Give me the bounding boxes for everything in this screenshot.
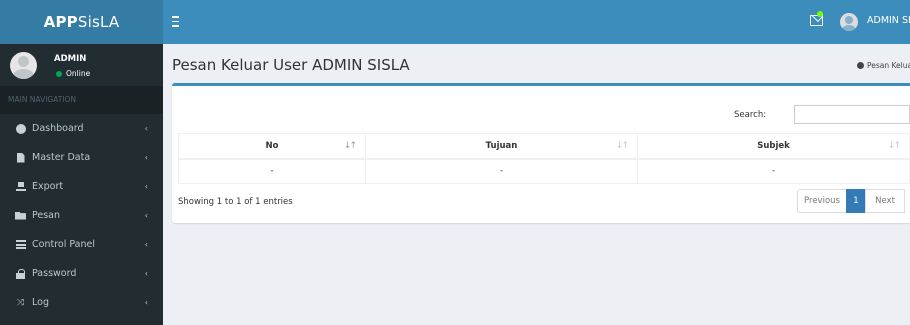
- sidebar-item-control-panel[interactable]: Control Panel ‹: [0, 230, 163, 259]
- dashboard-icon: [15, 123, 26, 134]
- user-panel: ADMIN Online: [0, 44, 163, 86]
- cell-subjek: -: [637, 158, 910, 184]
- sidebar-item-label: Export: [32, 181, 64, 192]
- sidebar-user-name: ADMIN: [54, 54, 87, 64]
- sidebar-item-label: Dashboard: [32, 123, 84, 134]
- table-info: Showing 1 to 1 of 1 entries: [178, 197, 293, 207]
- column-header-no[interactable]: No ↓↑: [178, 133, 366, 160]
- column-header-subjek[interactable]: Subjek ↓↑: [637, 133, 910, 160]
- breadcrumb-label: Pesan Kelua: [867, 61, 910, 70]
- export-icon: [15, 182, 26, 192]
- sidebar-item-dashboard[interactable]: Dashboard ‹: [0, 114, 163, 143]
- sort-icon: ↓↑: [887, 141, 901, 151]
- sidebar-avatar: [10, 52, 37, 79]
- messages-table: No ↓↑ Tujuan ↓↑ Subjek ↓↑ - - -: [178, 133, 910, 184]
- column-header-tujuan[interactable]: Tujuan ↓↑: [365, 133, 638, 160]
- chevron-left-icon: ‹: [144, 211, 148, 220]
- status-text: Online: [66, 69, 91, 78]
- page-1-button[interactable]: 1: [846, 189, 866, 213]
- app-logo[interactable]: APP SisLA: [0, 0, 163, 44]
- sidebar-item-label: Master Data: [32, 152, 91, 163]
- sort-icon: ↓↑: [615, 141, 629, 151]
- file-icon: [15, 152, 26, 163]
- sidebar-toggle-icon[interactable]: [172, 13, 186, 29]
- chevron-left-icon: ‹: [144, 240, 148, 249]
- content-header: Pesan Keluar User ADMIN SISLA Pesan Kelu…: [163, 44, 910, 84]
- folder-icon: [15, 211, 26, 221]
- sidebar-item-label: Password: [32, 268, 77, 279]
- cell-no: -: [178, 158, 366, 184]
- sidebar-item-label: Control Panel: [32, 239, 95, 250]
- page-title: Pesan Keluar User ADMIN SISLA: [172, 56, 410, 74]
- sidebar-item-password[interactable]: Password ‹: [0, 259, 163, 288]
- sidebar-item-log[interactable]: ⤨ Log ‹: [0, 288, 163, 317]
- sidebar-item-label: Pesan: [32, 210, 61, 221]
- table-header-row: No ↓↑ Tujuan ↓↑ Subjek ↓↑: [178, 133, 910, 160]
- nav-header: MAIN NAVIGATION: [0, 86, 163, 114]
- chevron-left-icon: ‹: [144, 124, 148, 133]
- sidebar-item-master-data[interactable]: Master Data ‹: [0, 143, 163, 172]
- previous-button[interactable]: Previous: [797, 189, 847, 213]
- table-row: - - -: [178, 158, 910, 184]
- next-button[interactable]: Next: [865, 189, 905, 213]
- control-panel-icon: [15, 240, 26, 250]
- chevron-left-icon: ‹: [144, 153, 148, 162]
- dashboard-icon: [857, 62, 864, 69]
- header-user-name[interactable]: ADMIN SISLA: [867, 15, 910, 26]
- logo-light-text: SisLA: [77, 13, 120, 31]
- pagination: Previous 1 Next: [797, 189, 905, 213]
- top-navbar: ADMIN SISLA: [163, 0, 910, 44]
- breadcrumb[interactable]: Pesan Kelua: [857, 61, 910, 70]
- chevron-left-icon: ‹: [144, 269, 148, 278]
- chevron-left-icon: ‹: [144, 182, 148, 191]
- online-dot-icon: [56, 70, 62, 77]
- sidebar-item-export[interactable]: Export ‹: [0, 172, 163, 201]
- user-avatar[interactable]: [840, 13, 858, 31]
- online-status: Online: [56, 69, 90, 78]
- sidebar-item-label: Log: [32, 297, 49, 308]
- notification-badge: [817, 11, 823, 17]
- cell-tujuan: -: [365, 158, 638, 184]
- messages-box: Search: No ↓↑ Tujuan ↓↑ Subjek ↓↑ - - - …: [172, 83, 910, 223]
- sidebar-menu: Dashboard ‹ Master Data ‹ Export ‹ Pesan…: [0, 114, 163, 317]
- chevron-left-icon: ‹: [144, 298, 148, 307]
- logo-bold-text: APP: [43, 13, 78, 31]
- search-input[interactable]: [794, 105, 910, 124]
- random-icon: ⤨: [16, 297, 25, 308]
- sidebar-item-pesan[interactable]: Pesan ‹: [0, 201, 163, 230]
- sidebar: ADMIN Online MAIN NAVIGATION Dashboard ‹…: [0, 44, 163, 325]
- search-label: Search:: [734, 110, 767, 120]
- lock-icon: [15, 268, 26, 279]
- sort-asc-icon: ↓↑: [343, 141, 357, 151]
